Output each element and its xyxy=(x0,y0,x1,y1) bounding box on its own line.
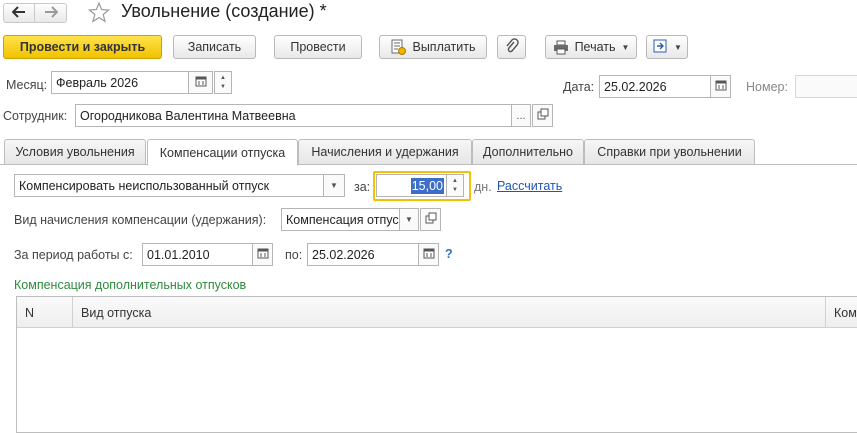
calendar-icon xyxy=(257,247,269,262)
forward-button[interactable] xyxy=(35,3,67,23)
date-calendar-button[interactable] xyxy=(710,75,731,98)
column-header-leave-type[interactable]: Вид отпуска xyxy=(73,297,826,328)
post-and-close-button[interactable]: Провести и закрыть xyxy=(3,35,162,59)
period-to-calendar-button[interactable] xyxy=(418,243,439,266)
accrual-type-label: Вид начисления компенсации (удержания): xyxy=(14,213,267,227)
period-to-label: по: xyxy=(285,248,303,262)
calendar-icon xyxy=(195,75,207,90)
printer-icon xyxy=(553,40,569,55)
compensation-mode-select[interactable]: Компенсировать неиспользованный отпуск xyxy=(14,174,324,197)
document-pay-icon xyxy=(390,39,407,55)
month-label: Месяц: xyxy=(6,78,48,92)
post-button[interactable]: Провести xyxy=(274,35,362,59)
print-button-label: Печать xyxy=(574,40,616,54)
window-title: Увольнение (создание) * xyxy=(121,1,327,21)
help-icon[interactable]: ? xyxy=(445,247,453,261)
period-from-label: За период работы с: xyxy=(14,248,133,262)
employee-field[interactable]: Огородникова Валентина Матвеевна xyxy=(75,104,512,127)
chevron-down-icon: ▼ xyxy=(405,215,413,224)
month-calendar-button[interactable] xyxy=(188,71,213,94)
print-button[interactable]: Печать ▼ xyxy=(545,35,637,59)
chevron-down-icon: ▼ xyxy=(674,42,682,52)
employee-open-button[interactable] xyxy=(532,104,553,127)
tab-vacation-compensation[interactable]: Компенсации отпуска xyxy=(147,139,298,166)
tab-dismissal-certificates[interactable]: Справки при увольнении xyxy=(584,139,755,165)
employee-select-button[interactable]: ... xyxy=(511,104,531,127)
chevron-down-icon[interactable]: ▼ xyxy=(452,186,458,195)
date-label: Дата: xyxy=(563,80,595,94)
tab-additional[interactable]: Дополнительно xyxy=(472,139,584,165)
number-field[interactable] xyxy=(795,75,857,98)
paperclip-icon xyxy=(505,37,519,57)
period-to-field[interactable]: 25.02.2026 xyxy=(307,243,419,266)
table-header: N Вид отпуска Комп xyxy=(17,297,857,328)
more-actions-button[interactable]: ▼ xyxy=(646,35,688,59)
attach-button[interactable] xyxy=(497,35,526,59)
section-title: Компенсация дополнительных отпусков xyxy=(14,278,247,292)
chevron-down-icon: ▼ xyxy=(330,181,338,190)
days-unit: дн. xyxy=(474,180,492,194)
tab-dismissal-conditions[interactable]: Условия увольнения xyxy=(4,139,146,165)
accrual-type-field[interactable]: Компенсация отпус xyxy=(281,208,400,231)
period-from-field[interactable]: 01.01.2010 xyxy=(142,243,253,266)
favorite-star-icon[interactable] xyxy=(87,1,111,26)
chevron-up-icon[interactable]: ▲ xyxy=(220,74,226,83)
chevron-down-icon[interactable]: ▼ xyxy=(220,83,226,92)
back-button[interactable] xyxy=(3,3,35,23)
save-button[interactable]: Записать xyxy=(173,35,256,59)
arrow-right-icon xyxy=(44,5,58,21)
days-field[interactable]: 15,00 xyxy=(376,174,447,197)
pay-button-label: Выплатить xyxy=(412,40,476,54)
arrow-left-icon xyxy=(11,5,26,21)
accrual-type-dropdown[interactable]: ▼ xyxy=(399,208,419,231)
days-value: 15,00 xyxy=(410,177,444,194)
export-icon xyxy=(652,38,668,57)
calendar-icon xyxy=(423,247,435,262)
number-label: Номер: xyxy=(746,80,788,94)
additional-leaves-table[interactable]: N Вид отпуска Комп xyxy=(16,296,857,433)
days-stepper[interactable]: ▲ ▼ xyxy=(446,174,464,197)
column-header-n[interactable]: N xyxy=(17,297,73,328)
date-field[interactable]: 25.02.2026 xyxy=(599,75,711,98)
month-stepper[interactable]: ▲ ▼ xyxy=(214,71,232,94)
tab-accruals-deductions[interactable]: Начисления и удержания xyxy=(298,139,472,165)
open-form-icon xyxy=(425,212,437,227)
chevron-down-icon: ▼ xyxy=(621,42,630,52)
open-form-icon xyxy=(537,108,549,123)
employee-label: Сотрудник: xyxy=(3,109,68,123)
for-label: за: xyxy=(354,180,371,194)
chevron-up-icon[interactable]: ▲ xyxy=(452,177,458,186)
period-from-calendar-button[interactable] xyxy=(252,243,273,266)
column-header-compensation[interactable]: Комп xyxy=(826,297,857,328)
month-field[interactable]: Февраль 2026 xyxy=(51,71,189,94)
calculate-link[interactable]: Рассчитать xyxy=(497,179,562,193)
compensation-mode-dropdown[interactable]: ▼ xyxy=(323,174,345,197)
pay-button[interactable]: Выплатить xyxy=(379,35,487,59)
accrual-type-open-button[interactable] xyxy=(420,208,441,231)
calendar-icon xyxy=(715,79,727,94)
